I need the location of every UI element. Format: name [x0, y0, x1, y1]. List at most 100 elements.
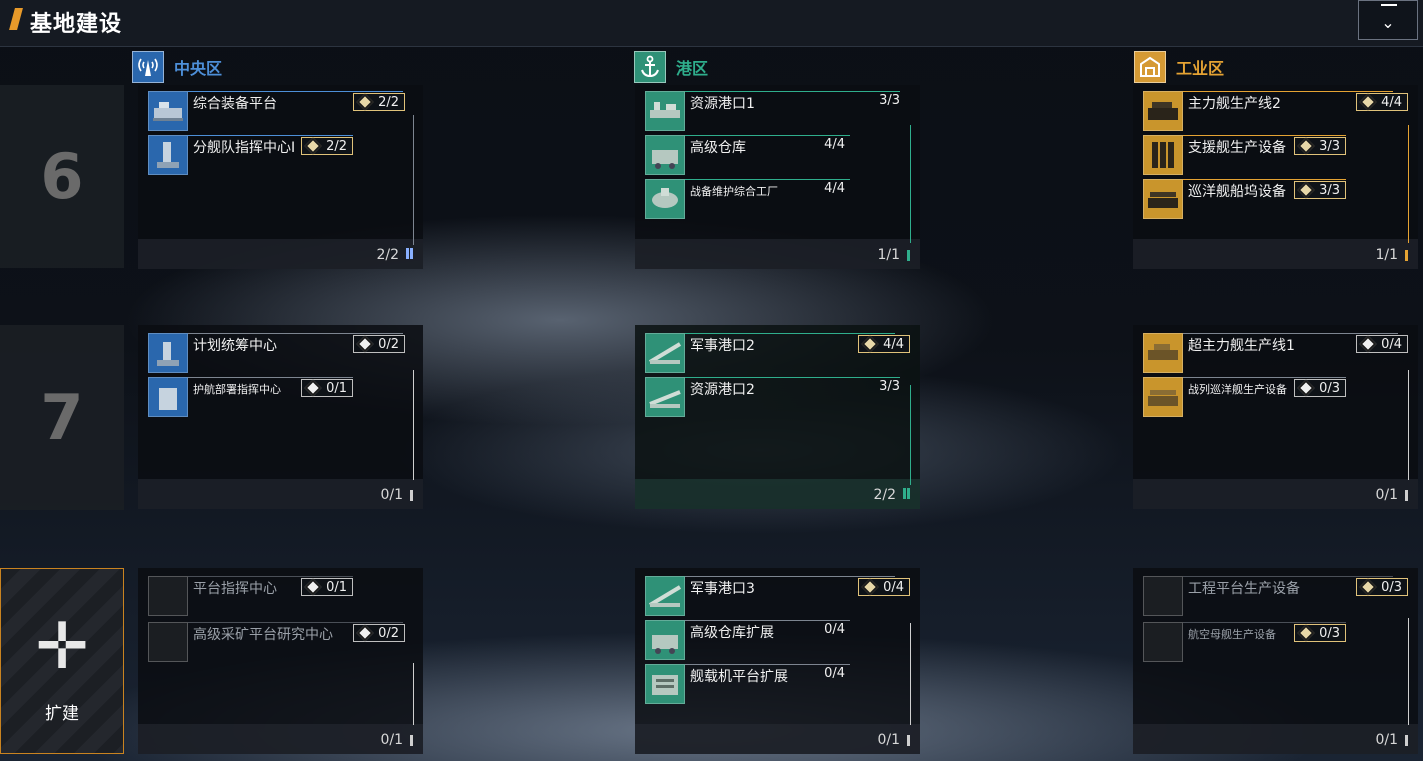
building-item[interactable]: 工程平台生产设备 0/3 [1143, 576, 1408, 616]
building-item[interactable]: 资源港口1 3/3 [645, 91, 900, 131]
item-underline [188, 135, 353, 136]
building-count: 4/4 [858, 335, 910, 353]
upgrade-diamond-icon [304, 578, 322, 596]
building-item[interactable]: 舰载机平台扩展 0/4 [645, 664, 850, 704]
building-item[interactable]: 巡洋舰船坞设备 3/3 [1143, 179, 1346, 219]
building-item[interactable]: 主力舰生产线2 4/4 [1143, 91, 1408, 131]
building-item[interactable]: 平台指挥中心 0/1 [148, 576, 353, 616]
building-count: 3/3 [879, 93, 900, 108]
building-item[interactable]: 计划统筹中心 0/2 [148, 333, 405, 373]
upgrade-diamond-icon [356, 335, 374, 353]
panel-tally: 0/1 [380, 732, 413, 748]
panel-industrial-l7: 0/1 超主力舰生产线1 0/4 战列巡洋舰生产设备 0/3 [1133, 325, 1418, 509]
building-count: 0/2 [353, 624, 405, 642]
building-item[interactable]: 资源港口2 3/3 [645, 377, 900, 417]
zone-label-central: 中央区 [174, 59, 223, 78]
building-name: 支援舰生产设备 [1188, 140, 1286, 156]
building-name: 工程平台生产设备 [1188, 581, 1300, 597]
building-item[interactable]: 分舰队指挥中心I 2/2 [148, 135, 353, 175]
building-thumbnail [1143, 377, 1183, 417]
panel-tally: 0/1 [877, 732, 910, 748]
building-name: 军事港口3 [690, 581, 755, 597]
building-item[interactable]: 战列巡洋舰生产设备 0/3 [1143, 377, 1346, 417]
tally-value: 1/1 [877, 247, 900, 263]
tally-value: 0/1 [380, 732, 403, 748]
building-item[interactable]: 军事港口3 0/4 [645, 576, 910, 616]
upgrade-diamond-icon [861, 335, 879, 353]
building-item[interactable]: 综合装备平台 2/2 [148, 91, 405, 131]
upgrade-diamond-icon [861, 578, 879, 596]
building-count: 0/1 [301, 379, 353, 397]
panel-harbor-expand: 0/1 军事港口3 0/4 高级仓库扩展 0/4 舰载机平台扩展 0/4 [635, 568, 920, 754]
building-item[interactable]: 战备维护综合工厂 4/4 [645, 179, 850, 219]
item-underline [188, 377, 353, 378]
building-item[interactable]: 军事港口2 4/4 [645, 333, 910, 373]
count-value: 3/3 [879, 93, 900, 108]
building-name: 高级仓库扩展 [690, 625, 774, 641]
building-item[interactable]: 支援舰生产设备 3/3 [1143, 135, 1346, 175]
zone-header-harbor: 港区 [634, 50, 708, 84]
tally-bar [907, 249, 910, 261]
building-name: 主力舰生产线2 [1188, 96, 1281, 112]
tally-value: 2/2 [376, 247, 399, 263]
building-thumbnail [1143, 333, 1183, 373]
tally-bars [902, 487, 910, 503]
count-value: 0/2 [378, 336, 399, 352]
connector-line [910, 385, 911, 485]
expand-button[interactable]: ✛ 扩建 [0, 568, 124, 754]
building-thumbnail [148, 576, 188, 616]
building-thumbnail [645, 333, 685, 373]
building-thumbnail [1143, 91, 1183, 131]
item-underline [685, 135, 850, 136]
building-item[interactable]: 航空母舰生产设备 0/3 [1143, 622, 1346, 662]
upgrade-diamond-icon [356, 624, 374, 642]
upgrade-diamond-icon [304, 379, 322, 397]
building-name: 高级仓库 [690, 140, 746, 156]
connector-line [413, 370, 414, 480]
tally-bar [410, 734, 413, 746]
item-underline [188, 91, 403, 92]
zone-header-industrial: 工业区 [1134, 50, 1224, 84]
building-count: 0/3 [1356, 578, 1408, 596]
connector-line [910, 125, 911, 243]
building-name: 平台指挥中心 [193, 581, 277, 597]
upgrade-diamond-icon [1297, 137, 1315, 155]
building-count: 3/3 [879, 379, 900, 394]
level-7-box: 7 [0, 325, 124, 510]
item-underline [685, 576, 895, 577]
building-name: 军事港口2 [690, 338, 755, 354]
panel-central-l6: 2/2 综合装备平台 2/2 分舰队指挥中心I 2/2 [138, 85, 423, 269]
building-name: 综合装备平台 [193, 96, 277, 112]
upgrade-diamond-icon [304, 137, 322, 155]
tally-value: 2/2 [873, 487, 896, 503]
building-item[interactable]: 高级仓库 4/4 [645, 135, 850, 175]
building-thumbnail [645, 91, 685, 131]
panel-tally: 0/1 [380, 487, 413, 503]
zone-header-central: 中央区 [132, 50, 222, 84]
level-6-box: 6 [0, 85, 124, 268]
building-item[interactable]: 护航部署指挥中心 0/1 [148, 377, 353, 417]
building-thumbnail [645, 377, 685, 417]
connector-line [1408, 370, 1409, 480]
building-thumbnail [645, 664, 685, 704]
building-count: 0/1 [301, 578, 353, 596]
building-item[interactable]: 高级仓库扩展 0/4 [645, 620, 850, 660]
collapse-button[interactable]: ⌄ [1358, 0, 1418, 40]
item-underline [1183, 576, 1393, 577]
building-thumbnail [148, 622, 188, 662]
panel-tally: 2/2 [873, 487, 910, 503]
item-underline [1183, 91, 1393, 92]
building-name: 分舰队指挥中心I [193, 140, 296, 156]
zone-label-industrial: 工业区 [1176, 59, 1225, 78]
panel-tally: 0/1 [1375, 732, 1408, 748]
item-underline [1183, 179, 1346, 180]
building-name: 舰载机平台扩展 [690, 669, 788, 685]
panel-industrial-l6: 1/1 主力舰生产线2 4/4 支援舰生产设备 3/3 巡洋舰船坞设备 3/3 [1133, 85, 1418, 269]
item-underline [685, 377, 900, 378]
collapse-bar-icon [1381, 4, 1397, 6]
item-underline [685, 179, 850, 180]
building-item[interactable]: 超主力舰生产线1 0/4 [1143, 333, 1408, 373]
building-item[interactable]: 高级采矿平台研究中心 0/2 [148, 622, 405, 662]
panel-central-expand: 0/1 平台指挥中心 0/1 高级采矿平台研究中心 0/2 [138, 568, 423, 754]
building-thumbnail [1143, 576, 1183, 616]
